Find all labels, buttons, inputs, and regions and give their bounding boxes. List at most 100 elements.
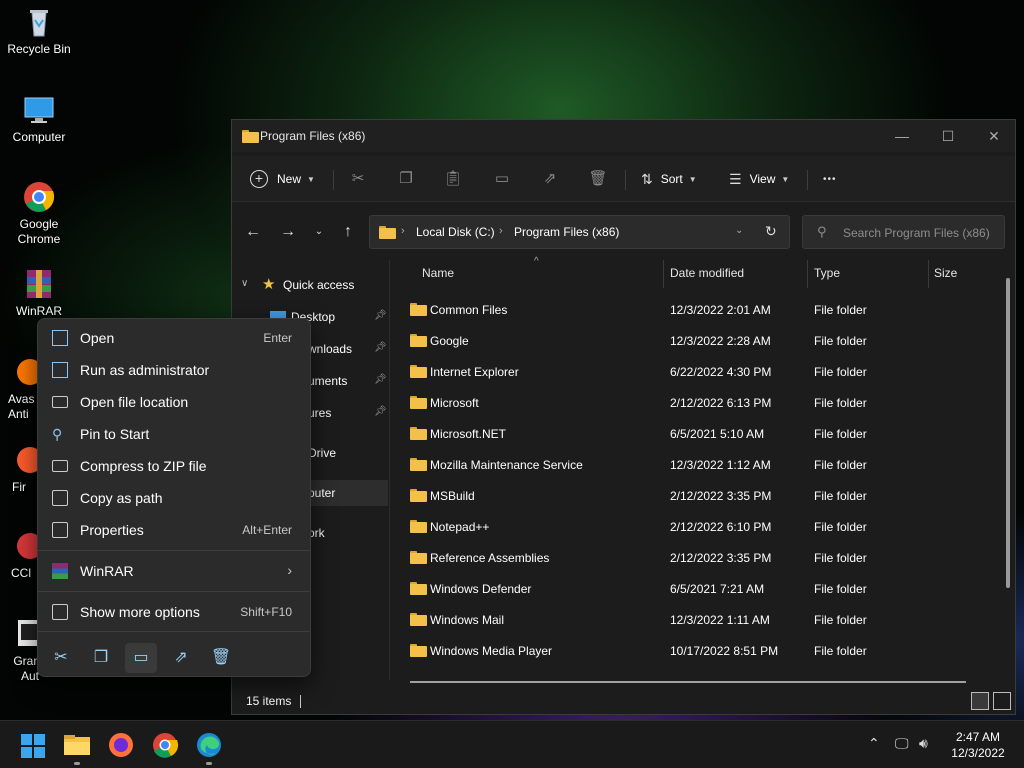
rename-button[interactable]: ▭ — [492, 166, 512, 192]
new-button[interactable]: + New ▼ — [250, 166, 315, 192]
share-icon[interactable]: ⇗ — [165, 643, 197, 673]
sort-up-icon: ^ — [534, 256, 539, 267]
desktop-icon-winrar[interactable]: WinRAR — [1, 268, 77, 319]
column-header-name[interactable]: Name — [422, 266, 454, 280]
show-hidden-icons-chevron-icon[interactable]: ⌃ — [868, 735, 880, 752]
search-box[interactable]: ⚲ Search Program Files (x86) — [802, 215, 1005, 249]
file-row[interactable]: Common Files 12/3/2022 2:01 AM File folder — [392, 294, 992, 325]
minimize-button[interactable]: — — [879, 120, 925, 152]
tiles-view-button[interactable] — [993, 692, 1011, 710]
menu-item-label: Copy as path — [80, 490, 163, 506]
file-row[interactable]: Windows Mail 12/3/2022 1:11 AM File folder — [392, 604, 992, 635]
file-name: Microsoft.NET — [430, 427, 507, 441]
file-row[interactable]: MSBuild 2/12/2022 3:35 PM File folder — [392, 480, 992, 511]
refresh-icon[interactable]: ↻ — [765, 223, 777, 240]
delete-button[interactable]: 🗑︎ — [588, 166, 608, 192]
nav-label: Quick access — [283, 278, 355, 292]
taskbar-firefox[interactable] — [105, 729, 137, 761]
desktop-icon-label: Google Chrome — [17, 217, 61, 246]
menu-item-winrar[interactable]: WinRAR › — [42, 556, 306, 586]
up-arrow-icon[interactable]: ↑ — [336, 220, 360, 244]
trash-icon[interactable]: 🗑︎ — [205, 643, 237, 673]
details-view-button[interactable] — [971, 692, 989, 710]
breadcrumb-program-files[interactable]: Program Files (x86) — [514, 225, 619, 239]
taskbar-chrome[interactable] — [149, 729, 181, 761]
firefox-icon — [109, 733, 133, 757]
close-button[interactable]: ✕ — [971, 120, 1017, 152]
cut-button[interactable]: ✂ — [348, 166, 368, 192]
vertical-scrollbar[interactable] — [1006, 278, 1010, 588]
desktop-icon-google-chrome[interactable]: Google Chrome — [1, 181, 77, 247]
view-button[interactable]: ☰ View ▼ — [729, 166, 789, 192]
recent-locations-chevron-icon[interactable]: ⌄ — [307, 220, 331, 244]
copy-icon[interactable]: ❐ — [85, 643, 117, 673]
cut-icon[interactable]: ✂ — [45, 643, 77, 673]
folder-icon — [242, 130, 259, 143]
file-row[interactable]: Microsoft 2/12/2022 6:13 PM File folder — [392, 387, 992, 418]
file-name: Google — [430, 334, 469, 348]
menu-item-label: Open — [80, 330, 115, 346]
menu-item-show-more-options[interactable]: Show more options Shift+F10 — [42, 597, 306, 627]
file-row[interactable]: Windows Media Player 10/17/2022 8:51 PM Fi… — [392, 635, 992, 666]
menu-item-copy-as-path[interactable]: Copy as path — [42, 483, 306, 513]
file-row[interactable]: Windows Defender 6/5/2021 7:21 AM File fol… — [392, 573, 992, 604]
desktop-icon-recycle-bin[interactable]: Recycle Bin — [1, 6, 77, 57]
menu-item-compress-zip[interactable]: Compress to ZIP file — [42, 451, 306, 481]
edge-icon — [197, 733, 221, 757]
nav-label: Drive — [308, 446, 337, 460]
trash-icon: 🗑︎ — [588, 170, 608, 187]
file-date: 6/22/2022 4:30 PM — [670, 365, 772, 379]
column-header-type[interactable]: Type — [814, 266, 840, 280]
taskbar-file-explorer[interactable] — [61, 729, 93, 761]
menu-item-pin-to-start[interactable]: ⚲ Pin to Start — [42, 419, 306, 449]
volume-icon[interactable]: 🔊︎ — [919, 735, 928, 752]
back-arrow-icon[interactable]: ← — [241, 220, 265, 244]
file-row[interactable]: Microsoft.NET 6/5/2021 5:10 AM File folder — [392, 418, 992, 449]
menu-item-label: Run as administrator — [80, 362, 210, 378]
breadcrumb-local-disk[interactable]: Local Disk (C:) — [416, 225, 495, 239]
title-bar[interactable]: Program Files (x86) — ☐ ✕ — [232, 120, 1015, 152]
sort-button[interactable]: ⇅ Sort ▼ — [641, 166, 697, 192]
menu-item-open[interactable]: Open Enter — [42, 323, 306, 353]
pin-icon: 📌︎ — [374, 406, 387, 417]
file-row[interactable]: Internet Explorer 6/22/2022 4:30 PM File f… — [392, 356, 992, 387]
address-bar[interactable]: › Local Disk (C:) › Program Files (x86) … — [369, 215, 790, 249]
file-row[interactable]: Reference Assemblies 2/12/2022 3:35 PM Fil… — [392, 542, 992, 573]
paste-button[interactable]: 📋︎ — [443, 166, 463, 192]
chevron-right-icon: › — [287, 562, 292, 578]
menu-divider — [38, 591, 310, 592]
chrome-icon — [23, 181, 55, 213]
nav-quick-access[interactable]: ∨ ★ Quick access — [232, 272, 388, 298]
menu-item-open-file-location[interactable]: Open file location — [42, 387, 306, 417]
more-options-button[interactable]: ••• — [823, 166, 837, 192]
taskbar-edge[interactable] — [193, 729, 225, 761]
share-button[interactable]: ⇗ — [540, 166, 560, 192]
maximize-button[interactable]: ☐ — [925, 120, 971, 152]
chevron-down-icon[interactable]: ⌄ — [735, 225, 743, 236]
file-row[interactable]: Mozilla Maintenance Service 12/3/2022 1:1… — [392, 449, 992, 480]
menu-item-run-as-admin[interactable]: Run as administrator — [42, 355, 306, 385]
column-header-date[interactable]: Date modified — [670, 266, 744, 280]
folder-icon — [410, 365, 427, 378]
network-icon[interactable]: 🖵︎ — [895, 735, 909, 752]
view-icon: ☰ — [729, 170, 742, 187]
desktop-icon-computer[interactable]: Computer — [1, 94, 77, 145]
file-type: File folder — [814, 489, 867, 503]
copy-button[interactable]: ❐ — [396, 166, 416, 192]
file-date: 2/12/2022 3:35 PM — [670, 489, 772, 503]
folder-icon — [410, 582, 427, 595]
file-type: File folder — [814, 365, 867, 379]
menu-item-properties[interactable]: Properties Alt+Enter — [42, 515, 306, 545]
desktop-icon-label: Computer — [12, 130, 66, 144]
toolbar-divider — [807, 170, 808, 190]
horizontal-scrollbar[interactable] — [410, 681, 966, 683]
file-date: 12/3/2022 1:12 AM — [670, 458, 771, 472]
file-row[interactable]: Notepad++ 2/12/2022 6:10 PM File folder — [392, 511, 992, 542]
file-row[interactable]: Google 12/3/2022 2:28 AM File folder — [392, 325, 992, 356]
clock[interactable]: 2:47 AM 12/3/2022 — [943, 729, 1013, 761]
start-button[interactable] — [17, 729, 49, 761]
windows-logo-icon — [21, 734, 45, 758]
forward-arrow-icon[interactable]: → — [276, 220, 300, 244]
rename-icon[interactable]: ▭ — [125, 643, 157, 673]
column-header-size[interactable]: Size — [934, 266, 957, 280]
